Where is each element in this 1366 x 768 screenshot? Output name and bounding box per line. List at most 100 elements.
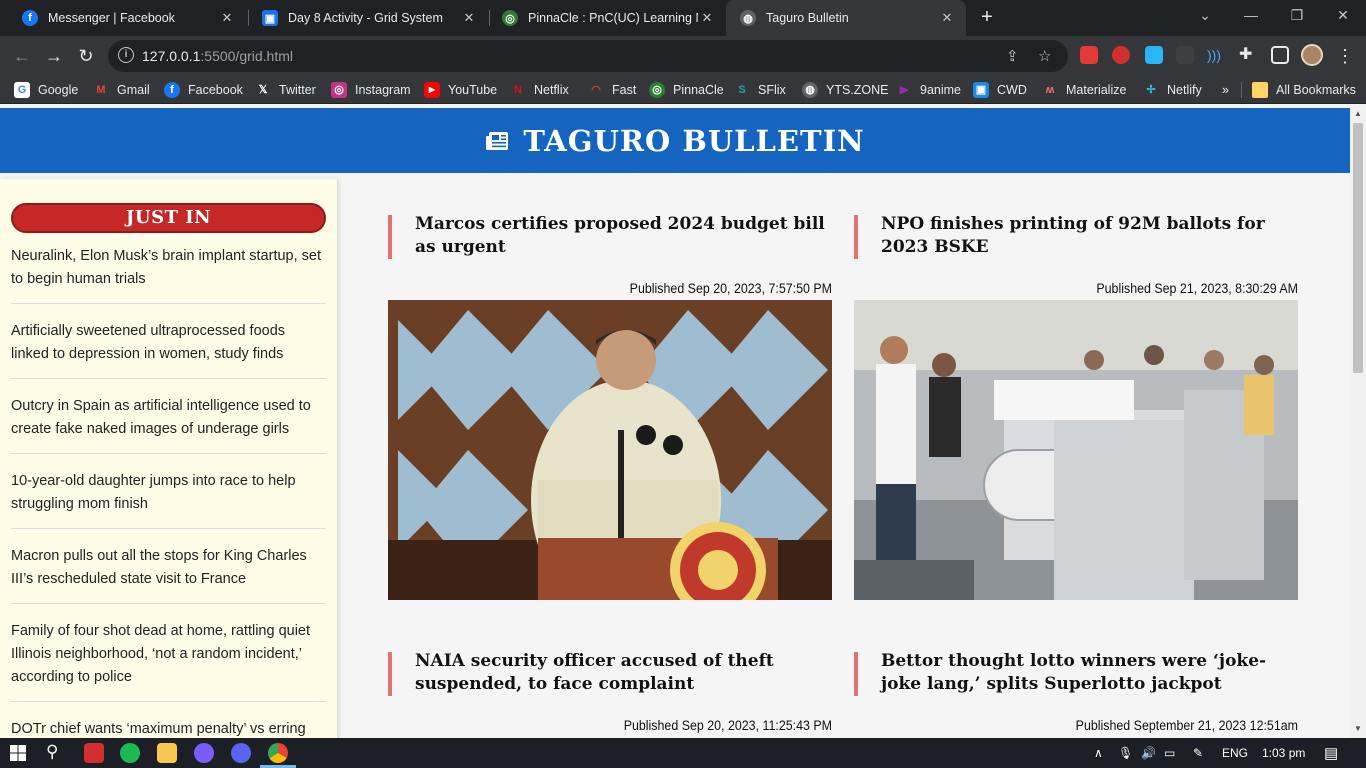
cwd-icon: ▣ [973, 82, 989, 98]
article-headline[interactable]: NPO finishes printing of 92M ballots for… [854, 213, 1298, 259]
list-item[interactable]: Macron pulls out all the stops for King … [11, 545, 326, 604]
bookmark-instagram[interactable]: ◎ Instagram [331, 81, 411, 99]
page-viewport: TAGURO BULLETIN JUST IN Neuralink, Elon … [0, 105, 1350, 738]
site-info-icon[interactable]: i [118, 47, 134, 63]
brand-title: TAGURO BULLETIN [523, 123, 865, 158]
file-explorer-icon[interactable] [157, 743, 177, 763]
language-indicator[interactable]: ENG [1222, 746, 1248, 760]
all-bookmarks-button[interactable]: All Bookmarks [1252, 81, 1356, 99]
address-bar[interactable]: i 127.0.0.1:5500/grid.html ⇪ ☆ [108, 40, 1068, 72]
bookmark-fast[interactable]: ◠ Fast [588, 81, 636, 99]
site-logo[interactable]: TAGURO BULLETIN [485, 124, 864, 158]
clock[interactable]: 1:03 pm [1262, 746, 1305, 760]
windows-taskbar: ⚲ ∧ 🎙 🔊 ▭ ✎ ENG 1:03 pm ▤ [0, 738, 1366, 768]
reload-button[interactable]: ↻ [74, 44, 98, 68]
tab-messenger[interactable]: f Messenger | Facebook ✕ [8, 0, 246, 36]
bookmark-facebook[interactable]: f Facebook [164, 81, 243, 99]
bookmark-materialize[interactable]: ʍ Materialize [1042, 81, 1127, 99]
article-headline[interactable]: NAIA security officer accused of theft s… [388, 650, 832, 696]
bookmark-label: Facebook [188, 83, 243, 97]
back-button[interactable]: ← [10, 44, 34, 68]
bookmark-pinnacle[interactable]: ◎ PinnaCle [649, 81, 724, 99]
bookmark-google[interactable]: G Google [14, 81, 78, 99]
spotify-icon[interactable] [120, 743, 140, 763]
close-icon[interactable]: ✕ [460, 10, 478, 26]
scroll-up-arrow-icon[interactable]: ▲ [1350, 107, 1366, 121]
tab-search-chevron-icon[interactable]: ⌄ [1182, 0, 1228, 32]
read-aloud-extension-icon[interactable]: ))) [1207, 46, 1225, 64]
bookmark-netlify[interactable]: ✢ Netlify [1143, 81, 1201, 99]
classroom-icon: ▣ [262, 10, 278, 26]
bookmark-star-icon[interactable]: ☆ [1038, 47, 1051, 65]
list-item[interactable]: Neuralink, Elon Musk’s brain implant sta… [11, 245, 326, 304]
minimize-button[interactable]: — [1228, 0, 1274, 32]
sflix-icon: S [738, 84, 746, 96]
list-item[interactable]: 10-year-old daughter jumps into race to … [11, 470, 326, 529]
new-tab-button[interactable]: + [976, 6, 998, 28]
bookmark-sflix[interactable]: S SFlix [734, 81, 785, 99]
bookmarks-overflow-button[interactable]: » [1222, 81, 1229, 99]
share-icon[interactable]: ⇪ [1006, 47, 1019, 65]
article-card: NAIA security officer accused of theft s… [388, 650, 832, 733]
newspaper-icon [486, 131, 509, 150]
bookmark-netflix[interactable]: N Netflix [510, 81, 569, 99]
bookmark-yts-zone[interactable]: ◍ YTS.ZONE [802, 81, 889, 99]
article-photo-ballots[interactable] [854, 300, 1298, 600]
acrobat-extension-icon[interactable] [1080, 46, 1098, 64]
article-headline[interactable]: Bettor thought lotto winners were ‘joke-… [854, 650, 1298, 696]
acrobat-taskbar-icon[interactable] [84, 743, 104, 763]
messenger-icon[interactable] [194, 743, 214, 763]
tray-chevron-icon[interactable]: ∧ [1094, 746, 1103, 760]
search-icon[interactable]: ⚲ [46, 742, 58, 762]
scrollbar-thumb[interactable] [1353, 123, 1363, 373]
list-item[interactable]: Artificially sweetened ultraprocessed fo… [11, 320, 326, 379]
bookmark-gmail[interactable]: M Gmail [93, 81, 149, 99]
bookmark-label: Instagram [355, 83, 411, 97]
menu-kebab-icon[interactable]: ⋮ [1333, 44, 1357, 68]
volume-icon[interactable]: 🔊 [1141, 746, 1156, 760]
forward-button[interactable]: → [42, 44, 66, 68]
discord-icon[interactable] [231, 743, 251, 763]
close-icon[interactable]: ✕ [698, 10, 716, 26]
side-panel-icon[interactable] [1271, 46, 1289, 64]
adblock-extension-icon[interactable] [1112, 46, 1130, 64]
close-icon[interactable]: ✕ [218, 10, 236, 26]
profile-avatar[interactable] [1301, 44, 1323, 66]
scroll-down-arrow-icon[interactable]: ▼ [1350, 722, 1366, 736]
tab-taguro-bulletin[interactable]: ◍ Taguro Bulletin ✕ [726, 0, 966, 36]
article-card: NPO finishes printing of 92M ballots for… [854, 213, 1298, 600]
translate-extension-icon[interactable] [1145, 46, 1163, 64]
windows-start-icon[interactable] [10, 745, 26, 761]
close-icon[interactable]: ✕ [938, 10, 956, 26]
list-item[interactable]: Family of four shot dead at home, rattli… [11, 620, 326, 702]
network-icon[interactable]: ▭ [1164, 746, 1175, 760]
tab-day8-activity[interactable]: ▣ Day 8 Activity - Grid System ✕ [248, 0, 488, 36]
bookmark-youtube[interactable]: ▶ YouTube [424, 81, 497, 99]
bookmark-twitter[interactable]: 𝕏 Twitter [255, 81, 316, 99]
chrome-icon[interactable] [268, 743, 288, 763]
notifications-icon[interactable]: ▤ [1324, 744, 1338, 762]
tab-pinnacle[interactable]: ◎ PinnaCle : PnC(UC) Learning Ma ✕ [488, 0, 726, 36]
pinnacle-icon: ◎ [502, 10, 518, 26]
page-scrollbar[interactable]: ▲ ▼ [1350, 105, 1366, 738]
bookmark-9anime[interactable]: ▶ 9anime [896, 81, 961, 99]
bookmark-label: YTS.ZONE [826, 83, 889, 97]
microphone-icon[interactable]: 🎙 [1118, 746, 1133, 760]
article-headline[interactable]: Marcos certifies proposed 2024 budget bi… [388, 213, 832, 259]
extensions-puzzle-icon[interactable]: ✚ [1239, 46, 1257, 64]
restore-button[interactable]: ❐ [1274, 0, 1320, 32]
list-item[interactable]: DOTr chief wants ‘maximum penalty’ vs er… [11, 718, 326, 738]
just-in-heading: JUST IN [11, 203, 326, 233]
tab-title: Messenger | Facebook [48, 11, 175, 25]
materialize-icon: ʍ [1045, 84, 1055, 96]
just-in-sidebar: JUST IN Neuralink, Elon Musk’s brain imp… [0, 179, 337, 738]
bookmark-label: Google [38, 83, 79, 97]
list-item[interactable]: Outcry in Spain as artificial intelligen… [11, 395, 326, 454]
url-text: 127.0.0.1:5500/grid.html [142, 48, 293, 64]
article-photo-marcos[interactable] [388, 300, 832, 600]
extension-icon[interactable] [1176, 46, 1194, 64]
pen-icon[interactable]: ✎ [1193, 746, 1203, 760]
bookmark-cwd[interactable]: ▣ CWD [973, 81, 1027, 99]
article-published-date: Published Sep 20, 2023, 7:57:50 PM [629, 281, 832, 296]
close-window-button[interactable]: ✕ [1320, 0, 1366, 32]
